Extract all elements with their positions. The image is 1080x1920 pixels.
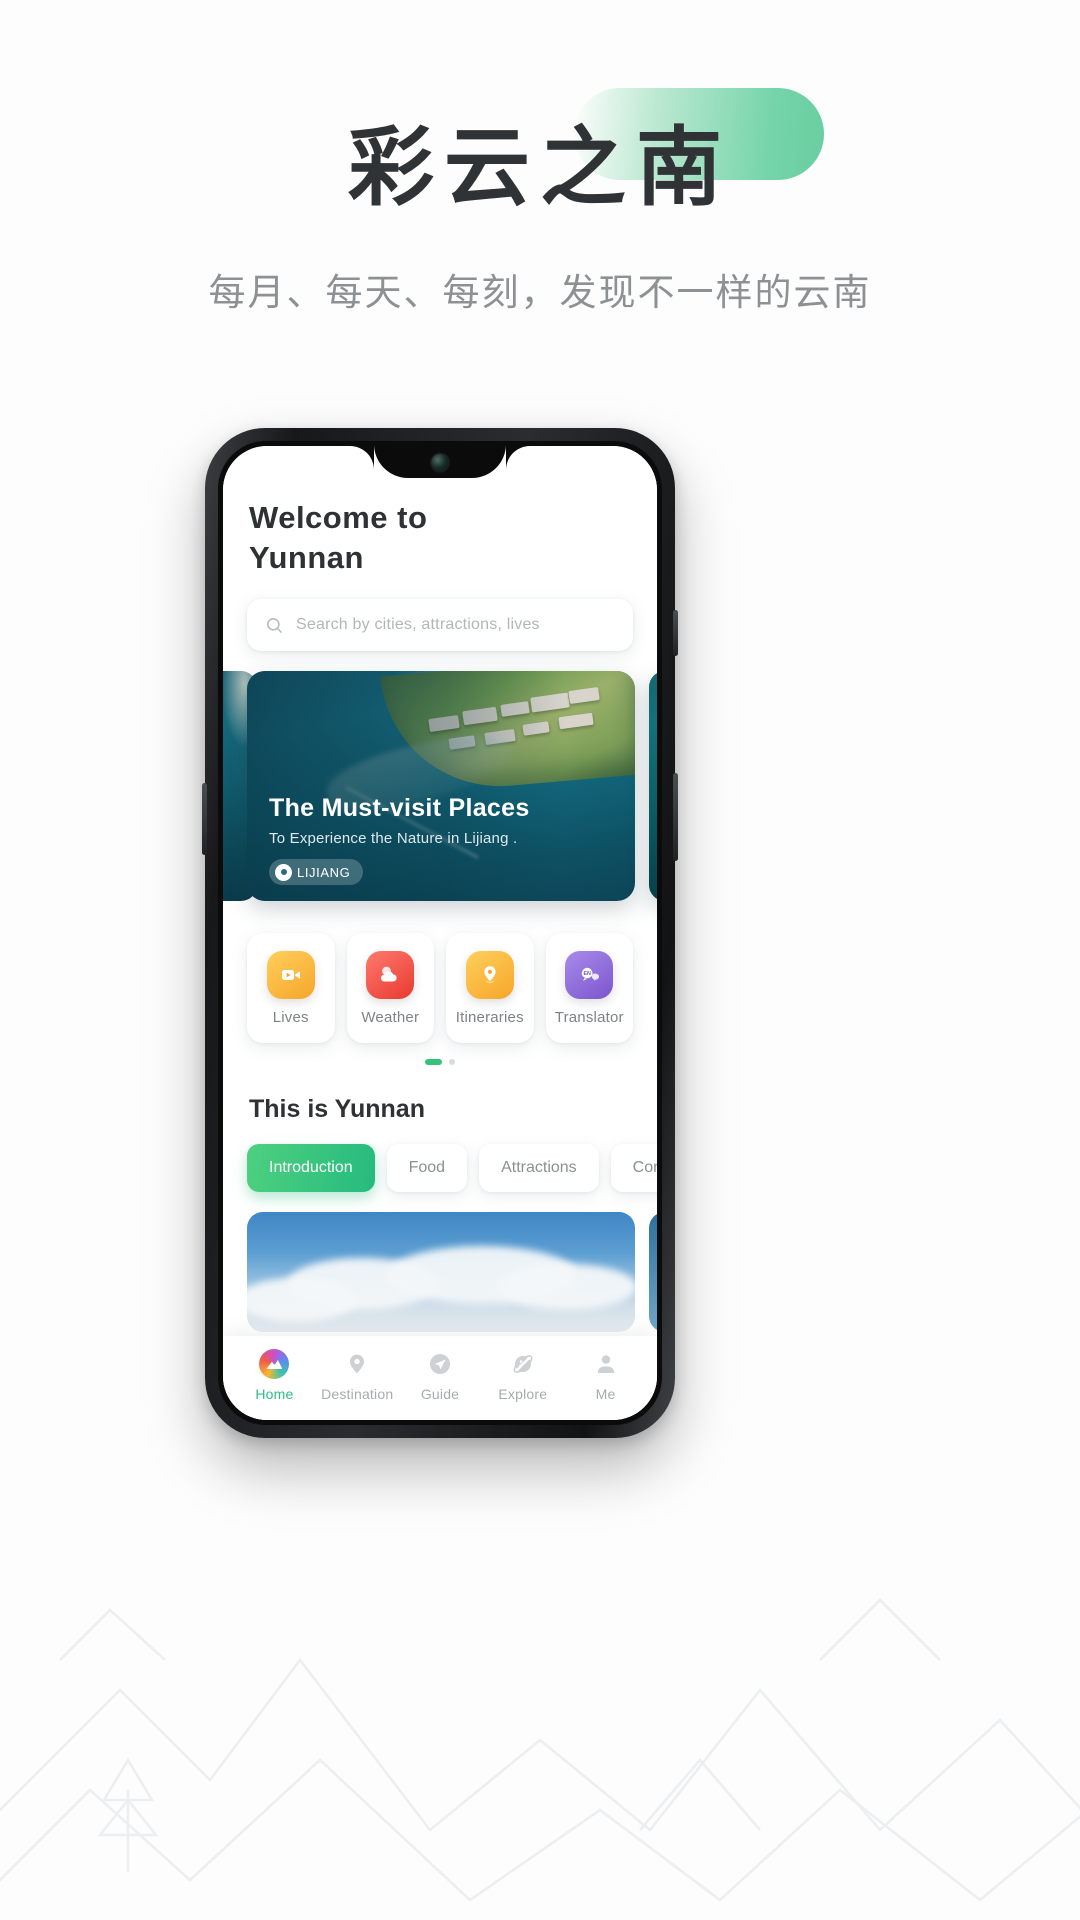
person-icon <box>591 1349 621 1379</box>
translate-icon: EN <box>565 950 614 999</box>
quick-action-label: Lives <box>272 1008 309 1026</box>
category-tabs: Introduction Food Attractions Complaints <box>223 1144 657 1193</box>
tab-label: Complaints <box>632 1159 657 1177</box>
quick-action-lives[interactable]: Lives <box>247 933 335 1044</box>
app-scroll-area[interactable]: Welcome to Yunnan Search by cities, attr… <box>223 446 657 1420</box>
video-camera-icon <box>266 950 315 999</box>
nav-item-me[interactable]: Me <box>564 1349 647 1402</box>
quick-action-label: Weather <box>361 1008 420 1026</box>
quick-action-weather[interactable]: Weather <box>346 933 434 1044</box>
phone-power-button[interactable] <box>673 610 678 656</box>
hero-carousel[interactable]: The Must-visit Places To Experience the … <box>223 671 657 909</box>
tab-label: Attractions <box>501 1159 577 1177</box>
planet-icon <box>508 1349 538 1379</box>
tab-attractions[interactable]: Attractions <box>479 1144 599 1193</box>
poster-page: 彩云之南 每月、每天、每刻，发现不一样的云南 Welcome to Yunnan <box>0 0 1080 1920</box>
welcome-line-2: Yunnan <box>249 539 364 575</box>
nav-label: Explore <box>498 1385 548 1402</box>
app-viewport: Welcome to Yunnan Search by cities, attr… <box>223 446 657 1420</box>
nav-label: Home <box>255 1385 294 1402</box>
nav-label: Me <box>595 1385 616 1402</box>
gallery-row <box>223 1212 657 1333</box>
nav-item-guide[interactable]: Guide <box>399 1349 482 1402</box>
home-logo-icon <box>259 1348 290 1379</box>
tab-complaints[interactable]: Complaints <box>610 1144 657 1193</box>
gallery-card-next[interactable] <box>649 1212 657 1333</box>
welcome-line-1: Welcome to <box>249 500 428 535</box>
quick-action-translator[interactable]: EN Translator <box>545 933 633 1044</box>
section-title: This is Yunnan <box>249 1095 425 1124</box>
nav-item-home[interactable]: Home <box>233 1348 316 1402</box>
hero-location-text: LIJIANG <box>297 864 351 880</box>
pager-dot-active[interactable] <box>425 1059 442 1066</box>
front-camera-icon <box>431 454 449 471</box>
hero-title: The Must-visit Places <box>269 794 530 823</box>
phone-volume-button[interactable] <box>673 773 678 861</box>
search-input[interactable]: Search by cities, attractions, lives <box>247 599 633 652</box>
tab-label: Food <box>408 1159 446 1177</box>
nav-item-explore[interactable]: Explore <box>481 1349 564 1402</box>
bottom-navigation: Home Destination Guide Explore Me <box>223 1336 657 1420</box>
location-pin-icon <box>342 1349 372 1379</box>
quick-actions-row: Lives Weather Itineraries EN Translator <box>223 933 657 1044</box>
carousel-pager[interactable] <box>223 1059 657 1066</box>
page-title: 彩云之南 <box>348 118 732 218</box>
mountain-outline-decoration <box>0 1598 1080 1902</box>
quick-action-itineraries[interactable]: Itineraries <box>446 933 534 1044</box>
hero-location-badge[interactable]: LIJIANG <box>269 859 364 886</box>
phone-screen: Welcome to Yunnan Search by cities, attr… <box>223 446 657 1420</box>
quick-action-label: Translator <box>554 1008 624 1026</box>
tab-introduction[interactable]: Introduction <box>247 1144 375 1193</box>
phone-left-button[interactable] <box>202 783 207 855</box>
svg-text:EN: EN <box>584 971 592 977</box>
page-subtitle: 每月、每天、每刻，发现不一样的云南 <box>208 271 872 314</box>
phone-notch <box>350 446 530 486</box>
location-pin-icon <box>275 863 292 881</box>
nav-item-destination[interactable]: Destination <box>316 1349 399 1402</box>
pager-dot[interactable] <box>449 1059 455 1066</box>
nav-label: Guide <box>420 1385 460 1402</box>
poster-title-block: 彩云之南 <box>0 88 1080 218</box>
hero-subtitle: To Experience the Nature in Lijiang . <box>269 830 518 848</box>
paper-plane-icon <box>425 1349 455 1379</box>
quick-action-label: Itineraries <box>455 1008 524 1026</box>
gallery-image-next <box>649 1212 657 1333</box>
search-icon <box>265 616 284 635</box>
nav-label: Destination <box>321 1385 394 1402</box>
tab-food[interactable]: Food <box>386 1144 468 1193</box>
hero-card-active[interactable]: The Must-visit Places To Experience the … <box>247 671 635 902</box>
tab-label: Introduction <box>269 1159 353 1177</box>
phone-mockup: Welcome to Yunnan Search by cities, attr… <box>202 428 678 1438</box>
hero-card-next[interactable] <box>649 671 657 902</box>
search-placeholder-text: Search by cities, attractions, lives <box>296 616 540 634</box>
map-pin-icon <box>465 950 514 999</box>
cloud-icon <box>366 950 415 999</box>
gallery-card[interactable] <box>247 1212 635 1333</box>
